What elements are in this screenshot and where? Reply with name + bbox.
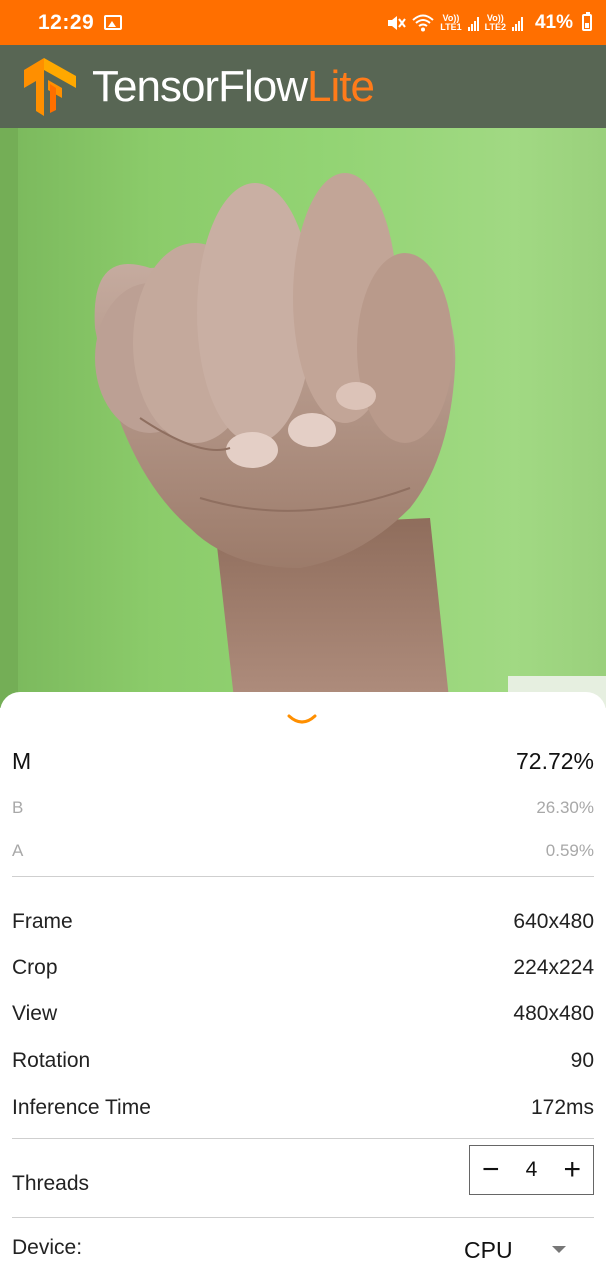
app-title: TensorFlowLite (92, 61, 375, 112)
app-bar: TensorFlowLite (0, 45, 606, 128)
info-value: 480x480 (513, 1002, 594, 1025)
info-label: Crop (12, 956, 58, 979)
result-row: B 26.30% (12, 798, 594, 818)
gallery-notification-icon (104, 15, 123, 30)
signal-strength-icon (467, 15, 479, 31)
result-row: A 0.59% (12, 841, 594, 861)
sim2-network-label: LTE2 (484, 21, 506, 32)
threads-stepper[interactable]: − 4 + (469, 1145, 594, 1195)
wifi-icon (412, 14, 434, 31)
info-row-crop: Crop 224x224 (12, 956, 594, 980)
threads-increment-button[interactable]: + (563, 1155, 581, 1185)
dropdown-arrow-icon[interactable] (552, 1246, 566, 1253)
status-bar: 12:29 Vo)) LTE1 Vo)) LTE2 41% (0, 0, 606, 45)
result-label: M (12, 748, 32, 774)
sim2-indicator: Vo)) LTE2 (484, 13, 506, 32)
info-value: 640x480 (513, 910, 594, 933)
info-value: 90 (570, 1049, 594, 1072)
info-label: Rotation (12, 1049, 91, 1072)
info-row-inference-time: Inference Time 172ms (12, 1096, 594, 1120)
signal-strength-icon (511, 15, 523, 31)
tensorflow-logo-icon (24, 57, 76, 116)
info-row-frame: Frame 640x480 (12, 910, 594, 934)
threads-count: 4 (525, 1158, 538, 1181)
divider (12, 1217, 594, 1218)
brand-accent-text: Lite (306, 61, 375, 111)
status-icons: Vo)) LTE1 Vo)) LTE2 41% (386, 12, 592, 34)
bottom-sheet: M 72.72% B 26.30% A 0.59% Frame 640x480 … (0, 692, 606, 1280)
result-score: 0.59% (545, 841, 594, 860)
hand-fist-image (0, 128, 606, 708)
divider (12, 1138, 594, 1139)
result-score: 72.72% (515, 748, 594, 774)
info-value: 224x224 (513, 956, 594, 979)
threads-row: Threads (12, 1172, 312, 1196)
battery-icon (582, 12, 592, 31)
info-label: View (12, 1002, 58, 1025)
info-label: Frame (12, 910, 73, 933)
threads-label: Threads (12, 1172, 90, 1195)
chevron-down-icon[interactable] (286, 712, 318, 728)
status-time: 12:29 (38, 10, 95, 34)
info-row-rotation: Rotation 90 (12, 1049, 594, 1073)
info-row-view: View 480x480 (12, 1002, 594, 1026)
result-label: A (12, 841, 24, 860)
device-label: Device: (12, 1236, 83, 1259)
camera-preview (0, 128, 606, 708)
sim1-network-label: LTE1 (440, 21, 462, 32)
sim1-indicator: Vo)) LTE1 (440, 13, 462, 32)
mute-icon (388, 15, 407, 30)
info-value: 172ms (530, 1096, 594, 1119)
device-select-value[interactable]: CPU (464, 1237, 513, 1264)
threads-decrement-button[interactable]: − (482, 1155, 500, 1185)
divider (12, 876, 594, 877)
result-row-top: M 72.72% (12, 748, 594, 775)
info-label: Inference Time (12, 1096, 151, 1119)
brand-main-text: TensorFlow (92, 61, 308, 111)
result-label: B (12, 798, 24, 817)
device-row: Device: (12, 1236, 312, 1260)
result-score: 26.30% (536, 798, 594, 817)
battery-percentage: 41% (534, 11, 573, 33)
